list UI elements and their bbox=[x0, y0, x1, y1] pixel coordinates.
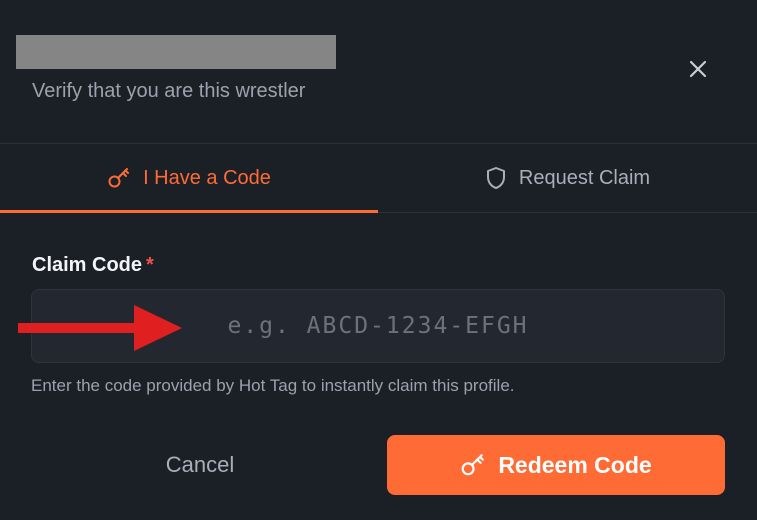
claim-code-label-text: Claim Code bbox=[32, 254, 143, 276]
required-marker: * bbox=[146, 254, 154, 276]
claim-code-input[interactable] bbox=[31, 289, 725, 363]
key-icon bbox=[460, 452, 486, 478]
cancel-button[interactable]: Cancel bbox=[32, 435, 368, 495]
tab-bar: I Have a Code Request Claim bbox=[0, 143, 757, 213]
redeem-label: Redeem Code bbox=[498, 451, 652, 478]
claim-code-help-text: Enter the code provided by Hot Tag to in… bbox=[31, 376, 515, 395]
close-icon bbox=[689, 60, 707, 78]
redeem-code-button[interactable]: Redeem Code bbox=[387, 435, 725, 495]
redacted-title bbox=[16, 35, 336, 69]
tab-i-have-a-code[interactable]: I Have a Code bbox=[0, 144, 378, 213]
tab-request-claim[interactable]: Request Claim bbox=[378, 144, 757, 212]
tab-label: Request Claim bbox=[518, 166, 651, 189]
tab-label: I Have a Code bbox=[143, 166, 271, 189]
key-icon bbox=[107, 166, 131, 190]
claim-code-label: Claim Code * bbox=[32, 254, 154, 277]
dialog-subtitle: Verify that you are this wrestler bbox=[32, 80, 306, 102]
shield-icon bbox=[485, 166, 507, 190]
close-button[interactable] bbox=[684, 55, 712, 83]
dialog-header: Verify that you are this wrestler bbox=[0, 0, 757, 143]
